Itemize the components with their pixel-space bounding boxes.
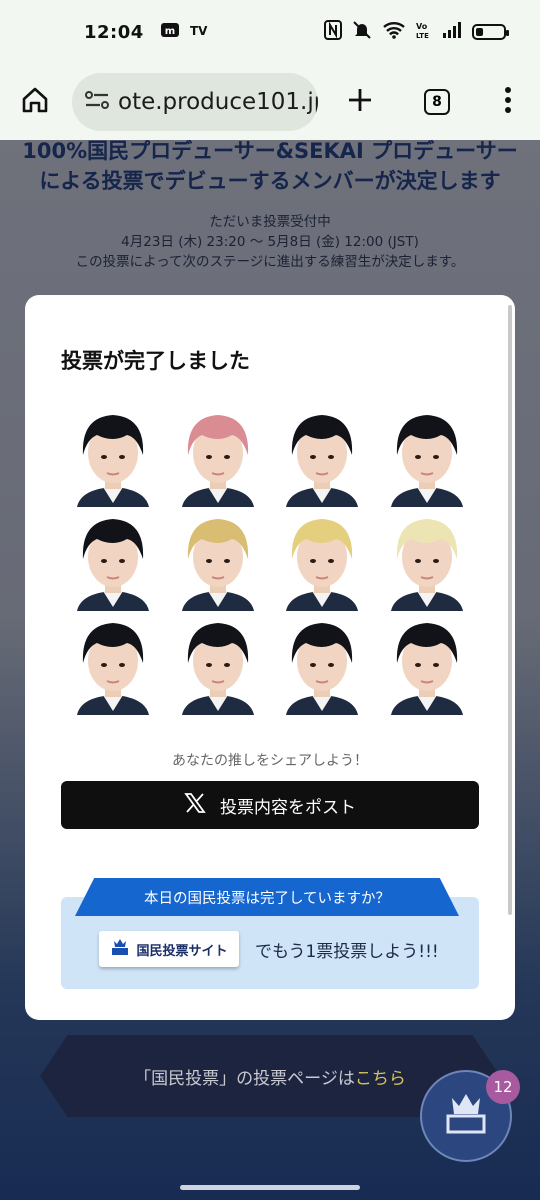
site-settings-icon[interactable] [84,89,110,115]
site-button-label: 国民投票サイト [136,943,228,959]
gesture-bar [180,1185,360,1190]
trainee-photo [61,507,166,611]
vote-complete-modal: 投票が完了しました あなたの推しをシェアしよう！ 投票内容をポスト 本日の国民投… [25,295,515,1020]
home-icon[interactable] [20,85,50,119]
mnet-icon: m [160,21,180,43]
battery-icon [472,24,509,40]
trainee-photo [270,403,375,507]
trainee-photo [270,611,375,715]
trainee-photo [166,507,271,611]
trainee-photo [61,611,166,715]
post-button-label: 投票内容をポスト [220,797,356,818]
post-to-x-button[interactable]: 投票内容をポスト [61,781,479,829]
banner-link[interactable]: こちら [355,1064,406,1089]
vote-cta-text: でもう1票投票しよう!!! [255,942,439,962]
signal-icon [442,21,462,44]
tving-icon: TV [190,21,212,43]
volte-icon: Vo LTE [416,20,432,45]
banner-text: 「国民投票」の投票ページは [134,1068,355,1089]
x-logo-icon [184,792,206,819]
address-bar[interactable]: ote.produce101.jp [72,73,318,131]
trainee-grid [61,403,479,715]
wifi-icon [382,21,406,44]
trainee-photo [166,611,271,715]
svg-text:m: m [165,26,175,37]
url-text: ote.produce101.jp [118,89,318,115]
browser-toolbar: ote.produce101.jp 8 [0,64,540,140]
status-bar: 12:04 m TV Vo LTE [0,0,540,64]
national-vote-site-button[interactable]: 国民投票サイト [99,931,239,967]
notification-badge: 12 [486,1070,520,1104]
trainee-photo [166,403,271,507]
status-time: 12:04 [84,21,144,43]
vote-reminder-ribbon: 本日の国民投票は完了していますか？ [75,878,459,916]
status-right-icons: Vo LTE [324,19,509,45]
silent-icon [352,20,372,45]
tab-switcher-button[interactable]: 8 [424,89,450,115]
trainee-photo [270,507,375,611]
crown-box-icon [442,1092,490,1140]
nfc-icon [324,19,342,45]
trainee-photo [375,611,480,715]
trainee-photo [61,403,166,507]
battery-fill [476,28,483,36]
share-hint: あなたの推しをシェアしよう！ [172,753,368,769]
svg-text:TV: TV [190,24,208,38]
trainee-photo [375,403,480,507]
crown-box-icon [110,938,130,960]
modal-title: 投票が完了しました [61,349,250,373]
status-left-icons: m TV [160,21,212,43]
svg-text:Vo: Vo [416,22,428,31]
modal-scrollbar[interactable] [508,305,512,915]
new-tab-icon[interactable] [346,86,374,118]
trainee-photo [375,507,480,611]
more-menu-icon[interactable] [504,87,512,117]
svg-text:LTE: LTE [416,32,429,40]
